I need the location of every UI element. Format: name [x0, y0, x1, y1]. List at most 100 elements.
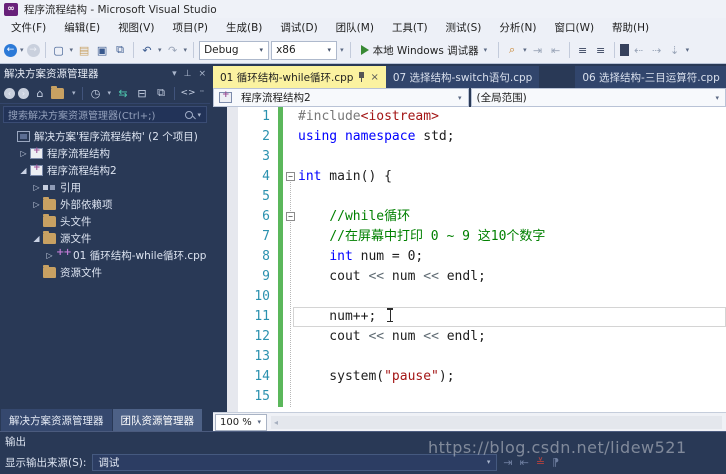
panel-tab[interactable]: 团队资源管理器 [112, 409, 202, 431]
find-message-icon[interactable]: ⇥ [503, 456, 512, 469]
panel-tab[interactable]: 解决方案资源管理器 [1, 409, 112, 431]
tree-item[interactable]: 解决方案'程序流程结构' (2 个项目) [0, 128, 210, 145]
close-tab-icon[interactable]: × [370, 72, 378, 83]
back-dropdown-icon[interactable]: ▾ [19, 46, 25, 54]
code-line[interactable]: 14 system("pause"); [238, 367, 726, 387]
code-line[interactable]: 4− int main() { [238, 167, 726, 407]
undo-icon[interactable]: ↶ [139, 42, 155, 58]
word-wrap-icon[interactable]: ⁋ [552, 456, 559, 469]
menu-item[interactable]: 窗口(W) [545, 18, 603, 37]
menu-item[interactable]: 测试(S) [437, 18, 491, 37]
code-line[interactable]: 1 #include<iostream> [238, 107, 726, 127]
code-line[interactable]: 8 int num = 0; [238, 247, 726, 267]
chevron-expanded-icon[interactable]: ◢ [30, 234, 43, 243]
code-line[interactable]: 6 − //while循环 [238, 207, 726, 407]
pending-changes-dropdown-icon[interactable]: ▾ [107, 89, 113, 97]
code-line[interactable]: 5 [238, 187, 726, 207]
tree-item[interactable]: ◢ 程序流程结构2 [0, 162, 210, 179]
sync-selection-icon[interactable]: ⇆ [115, 85, 131, 101]
solution-platform-combo[interactable]: x86 ▾ [271, 40, 338, 60]
clear-all-icon[interactable]: ≚ [536, 456, 545, 469]
chevron-expanded-icon[interactable]: ◢ [17, 166, 30, 175]
start-debug-button[interactable]: 本地 Windows 调试器 ▾ [356, 40, 494, 61]
code-line[interactable]: 11 num++; [238, 307, 726, 327]
switch-views-dropdown-icon[interactable]: ▾ [71, 89, 77, 97]
chevron-collapsed-icon[interactable]: ▷ [43, 251, 56, 260]
menu-item[interactable]: 视图(V) [109, 18, 163, 37]
new-file-dropdown-icon[interactable]: ▾ [69, 46, 75, 54]
explorer-forward-icon[interactable]: › [18, 87, 29, 99]
zoom-level-combo[interactable]: 100 % ▾ [215, 413, 267, 431]
next-bookmark-icon[interactable]: ⇢ [649, 42, 665, 58]
scope-combo[interactable]: (全局范围) ▾ [470, 88, 726, 107]
solution-search-box[interactable]: 搜索解决方案资源管理器(Ctrl+;) ▾ [3, 106, 207, 123]
home-icon[interactable]: ⌂ [32, 85, 48, 101]
code-line[interactable]: 12 cout << num << endl; [238, 327, 726, 347]
undo-dropdown-icon[interactable]: ▾ [157, 46, 163, 54]
indent-decrease-icon[interactable]: ≡ [575, 42, 591, 58]
code-editor[interactable]: 1 #include<iostream> 2 using namespace std;… [213, 107, 726, 412]
close-icon[interactable]: × [198, 69, 206, 79]
search-dropdown-icon[interactable]: ▾ [196, 111, 202, 119]
document-tab[interactable]: 07 选择结构-switch语句.cpp [385, 66, 540, 88]
code-line[interactable]: 7 //在屏幕中打印 0 ~ 9 这10个数字 [238, 227, 726, 247]
horizontal-scrollbar[interactable]: ◂ [271, 415, 722, 429]
menu-item[interactable]: 编辑(E) [55, 18, 109, 37]
open-file-icon[interactable]: ▤ [76, 42, 92, 58]
pin-icon[interactable]: ⊥ [184, 69, 192, 79]
step-over-icon[interactable]: ⇤ [548, 42, 564, 58]
indent-increase-icon[interactable]: ≡ [593, 42, 609, 58]
menu-item[interactable]: 帮助(H) [603, 18, 658, 37]
pending-changes-icon[interactable]: ◷ [88, 85, 104, 101]
switch-views-icon[interactable] [51, 85, 64, 99]
window-position-icon[interactable]: ▾ [172, 69, 177, 79]
code-line[interactable]: 2 using namespace std; [238, 127, 726, 147]
explorer-back-icon[interactable]: ‹ [4, 87, 15, 99]
menu-item[interactable]: 项目(P) [163, 18, 217, 37]
menu-item[interactable]: 调试(D) [271, 18, 326, 37]
properties-icon[interactable]: ⧉ [153, 85, 169, 101]
project-scope-combo[interactable]: 程序流程结构2 ▾ [213, 88, 469, 107]
breakpoint-margin[interactable] [213, 107, 227, 412]
code-line[interactable]: 13 [238, 347, 726, 367]
explorer-overflow-icon[interactable]: '' [199, 89, 205, 97]
document-tab[interactable]: 06 选择结构-三目运算符.cpp [575, 66, 726, 88]
toolbar-overflow-icon[interactable]: ▾ [685, 46, 691, 54]
code-line[interactable]: 3 [238, 147, 726, 167]
menu-item[interactable]: 生成(B) [217, 18, 271, 37]
fold-collapse-icon[interactable]: − [286, 212, 295, 221]
tree-item[interactable]: 资源文件 [0, 264, 210, 281]
bookmark-icon[interactable] [619, 44, 629, 56]
output-source-combo[interactable]: 调试 ▾ [92, 453, 498, 471]
chevron-collapsed-icon[interactable]: ▷ [30, 200, 43, 209]
platform-dropdown-icon[interactable]: ▾ [339, 46, 345, 54]
tree-item[interactable]: 头文件 [0, 213, 210, 230]
clear-bookmarks-icon[interactable]: ⇣ [667, 42, 683, 58]
code-line[interactable]: 9 cout << num << endl; [238, 267, 726, 287]
collapse-all-icon[interactable]: ⊟ [134, 85, 150, 101]
document-tab[interactable]: 01 循环结构-while循环.cpp × [213, 66, 386, 88]
menu-item[interactable]: 工具(T) [383, 18, 437, 37]
pin-icon[interactable] [358, 72, 365, 82]
menu-item[interactable]: 团队(M) [327, 18, 383, 37]
chevron-collapsed-icon[interactable]: ▷ [30, 183, 43, 192]
overflow-icon[interactable]: ▾ [522, 46, 528, 54]
find-next-icon[interactable]: ⇤ [520, 456, 529, 469]
attach-process-icon[interactable]: ⌕ [504, 42, 520, 58]
navigate-back-icon[interactable]: ← [4, 43, 17, 57]
code-line[interactable]: 10 [238, 287, 726, 307]
tree-item[interactable]: ▷ 01 循环结构-while循环.cpp [0, 247, 210, 264]
tree-item[interactable]: ▷ 程序流程结构 [0, 145, 210, 162]
tree-item[interactable]: ▷ 外部依赖项 [0, 196, 210, 213]
save-icon[interactable]: ▣ [94, 42, 110, 58]
solution-config-combo[interactable]: Debug ▾ [199, 40, 270, 60]
menu-item[interactable]: 文件(F) [2, 18, 55, 37]
new-file-icon[interactable]: ▢ [51, 42, 67, 58]
menu-item[interactable]: 分析(N) [490, 18, 545, 37]
chevron-collapsed-icon[interactable]: ▷ [17, 149, 30, 158]
fold-collapse-icon[interactable]: − [286, 172, 295, 181]
view-code-icon[interactable]: <> [180, 85, 196, 101]
step-into-icon[interactable]: ⇥ [530, 42, 546, 58]
tree-item[interactable]: ◢ 源文件 [0, 230, 210, 247]
save-all-icon[interactable]: ⧉ [112, 42, 128, 58]
